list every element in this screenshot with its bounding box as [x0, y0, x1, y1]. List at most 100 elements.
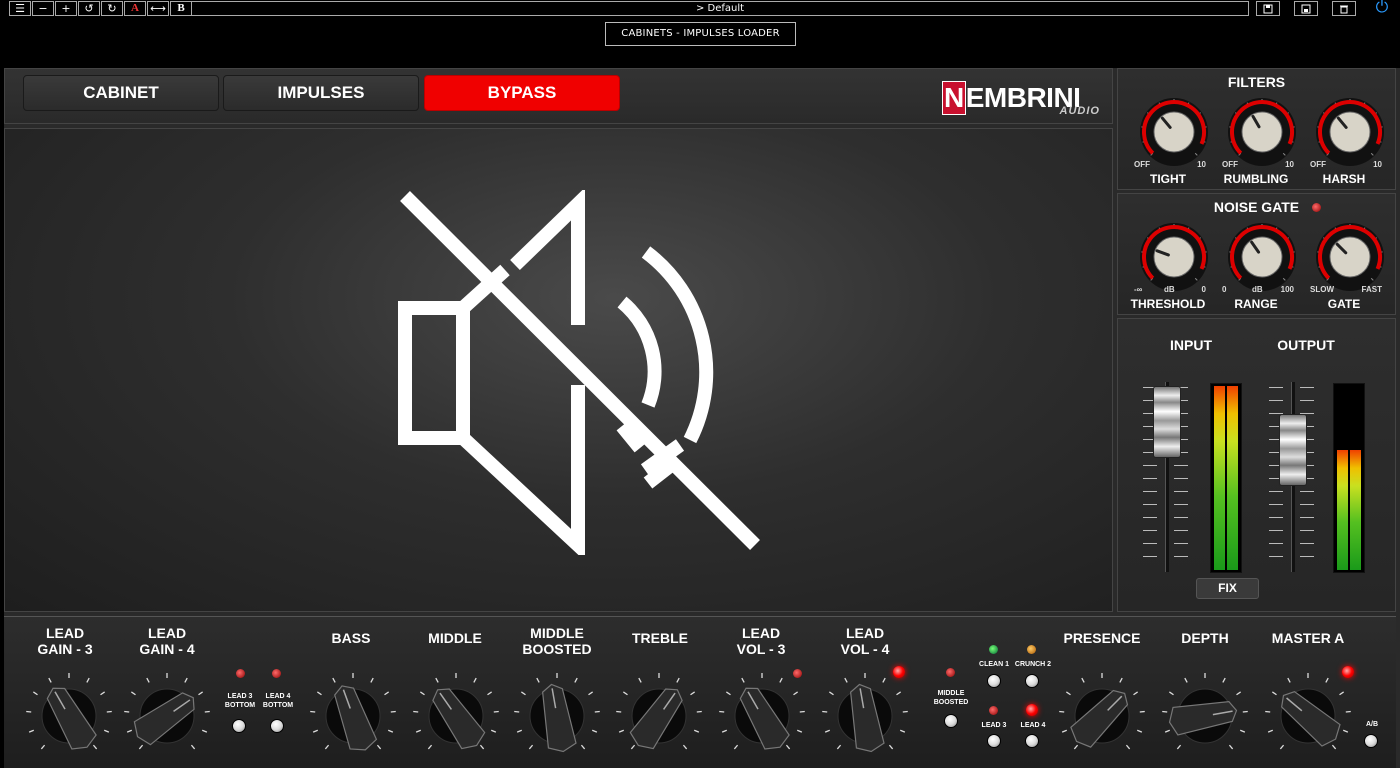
fader-tick: [1269, 517, 1283, 518]
tab-bypass[interactable]: BYPASS: [424, 75, 620, 111]
knob-max-label: 10: [1373, 160, 1382, 169]
knob-label: RUMBLING: [1223, 172, 1289, 186]
input-label: INPUT: [1170, 337, 1212, 353]
amp-knob[interactable]: [308, 668, 398, 758]
knob-label: RANGE: [1234, 297, 1278, 311]
amp-knob[interactable]: [24, 668, 114, 758]
tab-bar: CABINET IMPULSES BYPASS NEMBRINI AUDIO: [4, 68, 1113, 124]
tab-cabinet[interactable]: CABINET: [23, 75, 219, 111]
lead3-bottom-led: [236, 669, 245, 678]
lead4-bottom-switch[interactable]: [270, 719, 284, 733]
fader-tick: [1269, 491, 1283, 492]
knob-label: GATE: [1327, 297, 1361, 311]
filter-knob-tight[interactable]: OFF 10 TIGHT: [1130, 96, 1208, 186]
lead3-bottom-switch[interactable]: [232, 719, 246, 733]
fader-tick: [1269, 543, 1283, 544]
host-toolbar: ☰ − + ↺ ↻ A ⟷ B > Default ⏻: [0, 0, 1400, 17]
lead-vol4-led: [893, 666, 905, 678]
fader-tick: [1143, 465, 1157, 466]
amp-knob[interactable]: [717, 668, 807, 758]
undo-icon[interactable]: ↺: [78, 1, 100, 16]
knob-min-label: -∞: [1134, 285, 1143, 294]
amp-knob-label: LEAD GAIN - 3: [37, 625, 93, 657]
fader-tick: [1300, 387, 1314, 388]
amp-knob-label: MIDDLE BOOSTED: [522, 625, 592, 657]
save-icon[interactable]: [1256, 1, 1280, 16]
lead4-led: [1026, 704, 1038, 716]
amp-knob[interactable]: [122, 668, 212, 758]
fader-tick: [1174, 504, 1188, 505]
fader-tick: [1269, 556, 1283, 557]
fader-tick: [1143, 491, 1157, 492]
amp-knob-label: TREBLE: [632, 630, 688, 646]
trash-icon[interactable]: [1332, 1, 1356, 16]
fader-tick: [1300, 400, 1314, 401]
amp-knob[interactable]: [1057, 668, 1147, 758]
input-meter: [1210, 383, 1242, 573]
ab-switch[interactable]: [1364, 734, 1378, 748]
lead3-button[interactable]: [987, 734, 1001, 748]
middle-boosted-switch[interactable]: [944, 714, 958, 728]
amp-knob-label: LEAD VOL - 4: [840, 625, 890, 657]
knob-min-label: OFF: [1134, 160, 1150, 169]
crunch2-led: [1027, 645, 1036, 654]
menu-icon[interactable]: ☰: [9, 1, 31, 16]
output-fader-handle[interactable]: [1279, 414, 1307, 486]
filter-knob-rumbling[interactable]: OFF 10 RUMBLING: [1218, 96, 1296, 186]
amp-knob-label: PRESENCE: [1063, 630, 1141, 646]
noise-gate-title: NOISE GATE: [1213, 199, 1300, 215]
knob-unit-label: dB: [1252, 285, 1263, 294]
knob-unit-label: dB: [1164, 285, 1175, 294]
knob-min-label: 0: [1222, 285, 1227, 294]
knob-max-label: FAST: [1361, 285, 1382, 294]
amp-knob-label: BASS: [331, 630, 371, 646]
output-label: OUTPUT: [1277, 337, 1335, 353]
fader-tick: [1269, 400, 1283, 401]
amp-knob[interactable]: [614, 668, 704, 758]
knob-label: HARSH: [1322, 172, 1366, 186]
minus-icon[interactable]: −: [32, 1, 54, 16]
lead4-bottom-led: [272, 669, 281, 678]
fader-tick: [1300, 491, 1314, 492]
power-icon[interactable]: ⏻: [1373, 0, 1391, 17]
fader-tick: [1174, 478, 1188, 479]
gate-knob-threshold[interactable]: -∞ dB 0 THRESHOLD: [1130, 221, 1208, 311]
amp-knob[interactable]: [1263, 668, 1353, 758]
knob-max-label: 10: [1285, 160, 1294, 169]
fader-tick: [1143, 478, 1157, 479]
knob-min-label: SLOW: [1310, 285, 1334, 294]
amp-knob[interactable]: [512, 668, 602, 758]
fader-tick: [1143, 556, 1157, 557]
clean1-label: CLEAN 1: [979, 661, 1009, 668]
preset-name-field[interactable]: > Default: [191, 1, 1249, 16]
plus-icon[interactable]: +: [55, 1, 77, 16]
fader-tick: [1143, 543, 1157, 544]
knob-max-label: 100: [1280, 285, 1294, 294]
fader-tick: [1174, 465, 1188, 466]
redo-icon[interactable]: ↻: [101, 1, 123, 16]
lead4-button[interactable]: [1025, 734, 1039, 748]
fader-tick: [1143, 504, 1157, 505]
clean1-button[interactable]: [987, 674, 1001, 688]
amp-knob[interactable]: [820, 668, 910, 758]
swap-icon[interactable]: ⟷: [147, 1, 169, 16]
fader-tick: [1300, 517, 1314, 518]
fix-button[interactable]: FIX: [1196, 578, 1259, 599]
tab-impulses[interactable]: IMPULSES: [223, 75, 419, 111]
amp-knob-label: MASTER A: [1271, 630, 1345, 646]
gate-knob-range[interactable]: 0 dB 100 RANGE: [1218, 221, 1296, 311]
amp-knob[interactable]: [411, 668, 501, 758]
filter-knob-harsh[interactable]: OFF 10 HARSH: [1306, 96, 1384, 186]
input-fader-handle[interactable]: [1153, 386, 1181, 458]
preset-a-button[interactable]: A: [124, 1, 146, 16]
amp-knob[interactable]: [1160, 668, 1250, 758]
clean1-led: [989, 645, 998, 654]
gate-knob-gate[interactable]: SLOW FAST GATE: [1306, 221, 1384, 311]
fader-tick: [1300, 556, 1314, 557]
crunch2-button[interactable]: [1025, 674, 1039, 688]
filters-title: FILTERS: [1227, 74, 1286, 90]
fader-tick: [1174, 543, 1188, 544]
save-as-icon[interactable]: [1294, 1, 1318, 16]
fader-tick: [1269, 504, 1283, 505]
preset-b-button[interactable]: B: [170, 1, 192, 16]
